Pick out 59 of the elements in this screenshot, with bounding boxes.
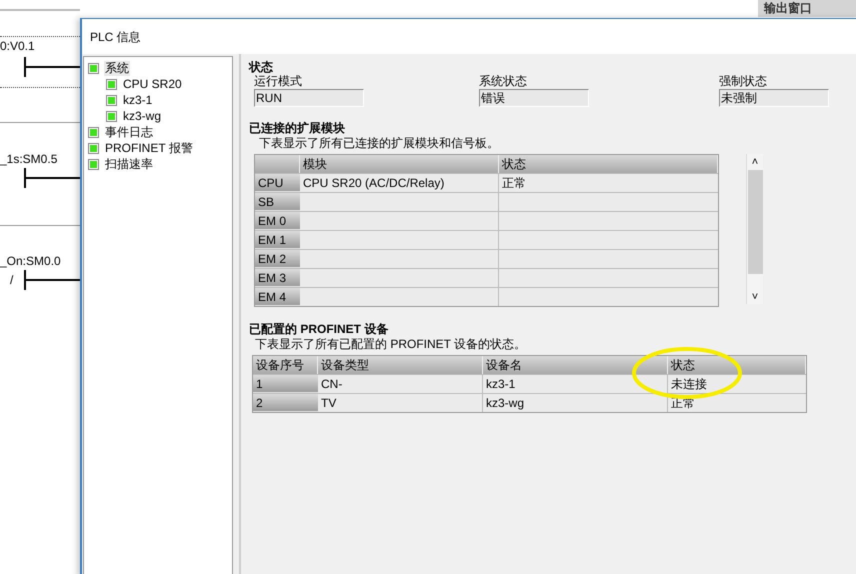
status-square-icon [88, 158, 99, 170]
status-square-icon [88, 126, 99, 138]
table-cell-text: 正常 [501, 175, 527, 192]
scroll-down-button[interactable]: ˅ [752, 290, 758, 304]
row-header: 1 [253, 375, 318, 393]
row-header: EM 0 [255, 212, 300, 230]
field-label: 系统状态 [479, 74, 528, 88]
scrollbar[interactable]: ˄ ˅ [746, 154, 763, 304]
contact-label: _1s:SM0.5 [0, 152, 58, 166]
status-square-icon [106, 110, 117, 122]
tree-item[interactable]: 事件日志 [104, 124, 154, 140]
readonly-field: 未强制 [719, 89, 829, 107]
tree-item[interactable]: 扫描速率 [104, 156, 154, 172]
row-header: SB [255, 193, 300, 211]
status-square-icon [106, 94, 117, 106]
table-cell: kz3-wg [483, 394, 668, 412]
section-description: 下表显示了所有已配置的 PROFINET 设备的状态。 [255, 337, 528, 351]
status-square-icon [88, 62, 99, 74]
column-header: 设备类型 [318, 356, 483, 374]
negation-mark: / [10, 273, 14, 287]
section-heading: 已配置的 PROFINET 设备 [249, 322, 390, 336]
row-header: EM 1 [255, 231, 300, 249]
row-header: EM 3 [255, 269, 300, 287]
status-square-icon [106, 78, 117, 90]
field-label: 强制状态 [719, 74, 768, 88]
section-heading: 状态 [249, 60, 274, 74]
section-description: 下表显示了所有已连接的扩展模块和信号板。 [259, 136, 500, 150]
output-window-tab[interactable]: 输出窗口 [758, 0, 856, 17]
scroll-up-button[interactable]: ˄ [752, 154, 758, 170]
contact-drawing [24, 168, 80, 188]
row-header: EM 4 [255, 288, 300, 306]
column-header: 状态 [499, 155, 718, 173]
contact-drawing [24, 270, 80, 290]
status-square-icon [88, 142, 99, 154]
tree-item[interactable]: kz3-1 [122, 92, 154, 108]
tree-item[interactable]: CPU SR20 [122, 76, 183, 92]
section-heading: 已连接的扩展模块 [249, 121, 346, 135]
table-cell: kz3-1 [483, 375, 668, 393]
contact-label: _On:SM0.0 [0, 254, 62, 268]
row-header: EM 2 [255, 250, 300, 268]
readonly-field: 错误 [479, 89, 589, 107]
column-header: 设备序号 [253, 356, 318, 374]
readonly-field: RUN [254, 89, 364, 107]
row-header: 2 [253, 394, 318, 412]
field-label: 运行模式 [254, 74, 303, 88]
table-cell-text: 未连接 [670, 376, 708, 393]
window-title: PLC 信息 [90, 28, 141, 46]
column-header: 状态 [668, 356, 806, 374]
table-cell: CN- [318, 375, 483, 393]
tree-item[interactable]: PROFINET 报警 [104, 140, 194, 156]
table-cell: CPU SR20 (AC/DC/Relay) [300, 174, 499, 192]
contact-label: 0:V0.1 [0, 39, 35, 53]
row-header: CPU [255, 174, 300, 192]
table-cell: TV [318, 394, 483, 412]
tree-item[interactable]: 系统 [104, 60, 130, 76]
column-header: 模块 [300, 155, 499, 173]
column-header: 设备名 [483, 356, 668, 374]
tree-item[interactable]: kz3-wg [122, 108, 162, 124]
contact-drawing [24, 57, 80, 77]
